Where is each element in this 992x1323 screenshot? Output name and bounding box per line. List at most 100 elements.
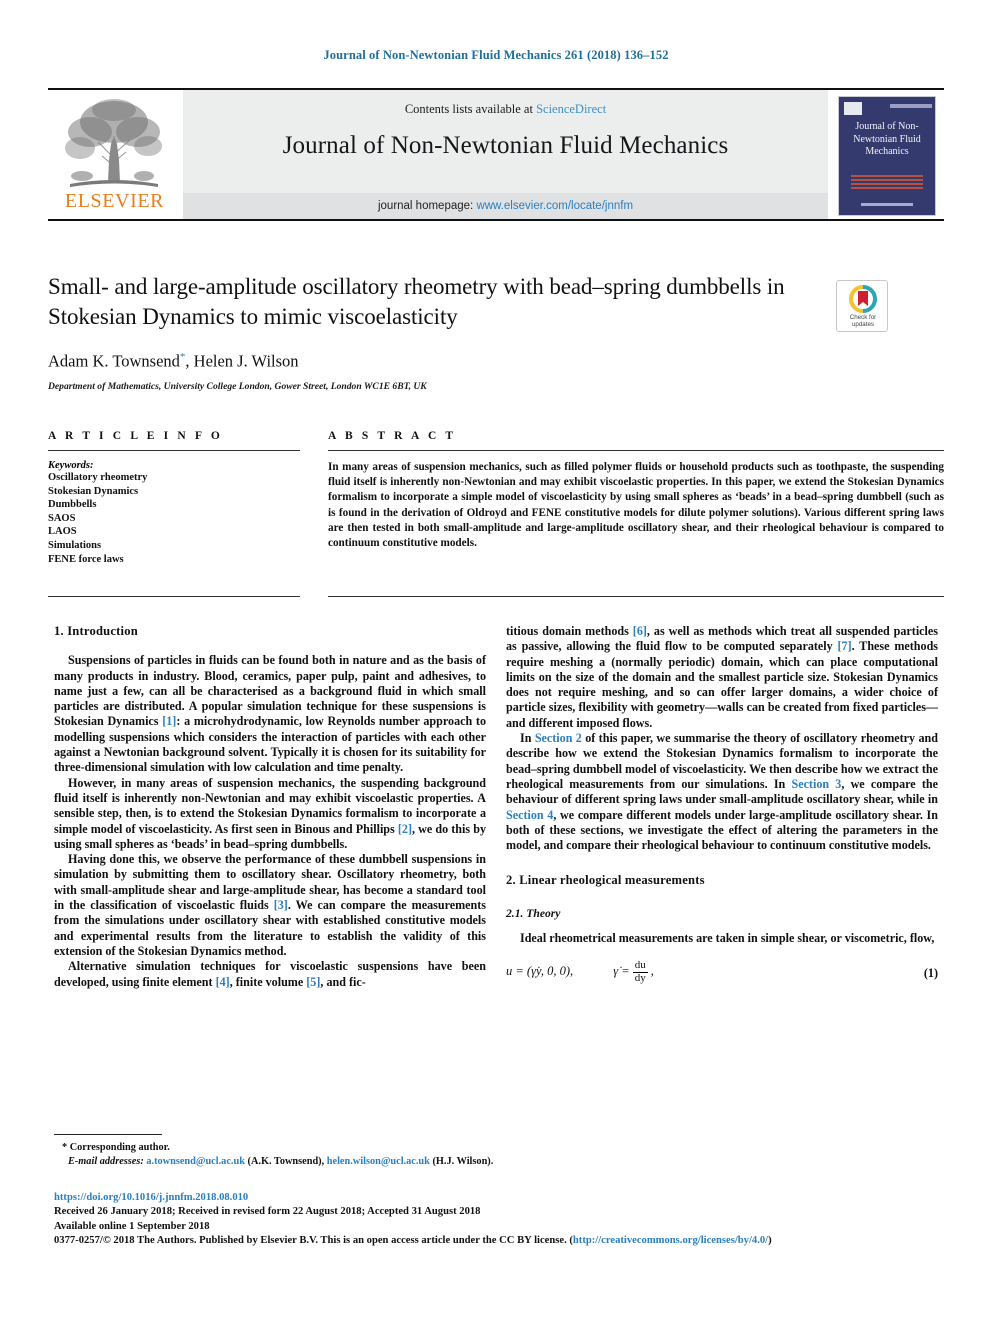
abstract-bottom-divider xyxy=(328,596,944,597)
keyword-item: Simulations xyxy=(48,539,102,551)
paragraph-2: However, in many areas of suspension mec… xyxy=(54,776,486,852)
sciencedirect-link[interactable]: ScienceDirect xyxy=(536,102,606,116)
subsection-2-1-heading: 2.1. Theory xyxy=(506,906,561,920)
abstract-column: A B S T R A C T In many areas of suspens… xyxy=(328,430,944,551)
cover-art: Journal of Non-Newtonian Fluid Mechanics xyxy=(838,96,936,216)
crossmark-line2: updates xyxy=(851,321,875,328)
available-online-date: Available online 1 September 2018 xyxy=(54,1220,210,1232)
contents-line: Contents lists available at ScienceDirec… xyxy=(183,102,828,117)
homepage-prefix: journal homepage: xyxy=(377,200,477,212)
keyword-item: FENE force laws xyxy=(48,553,124,565)
citation-ref-5[interactable]: [5] xyxy=(306,975,320,989)
paragraph-4: Alternative simulation techniques for vi… xyxy=(54,959,486,990)
footnote-divider xyxy=(54,1134,162,1135)
footnote-block: * Corresponding author. E-mail addresses… xyxy=(54,1141,944,1169)
title-block: Small- and large-amplitude oscillatory r… xyxy=(48,272,788,392)
journal-title: Journal of Non-Newtonian Fluid Mechanics xyxy=(282,132,729,159)
email-link-2[interactable]: helen.wilson@ucl.ac.uk xyxy=(327,1156,430,1167)
crossmark-line1: Check for xyxy=(849,314,877,321)
crossmark-label: Check for updates xyxy=(837,314,889,328)
author-list: Adam K. Townsend*, Helen J. Wilson xyxy=(48,351,788,372)
cover-abstract-lines xyxy=(851,175,923,191)
keyword-item: Oscillatory rheometry xyxy=(48,472,148,483)
running-head: Journal of Non-Newtonian Fluid Mechanics… xyxy=(323,48,669,62)
journal-masthead: ELSEVIER Contents lists available at Sci… xyxy=(48,88,944,221)
article-info-column: A R T I C L E I N F O Keywords: Oscillat… xyxy=(48,430,300,566)
article-info-divider xyxy=(48,450,300,451)
publication-metadata: https://doi.org/10.1016/j.jnnfm.2018.08.… xyxy=(54,1191,944,1249)
cover-issn-bar xyxy=(890,104,932,108)
doi-link[interactable]: https://doi.org/10.1016/j.jnnfm.2018.08.… xyxy=(54,1191,944,1205)
keyword-item: LAOS xyxy=(48,526,77,538)
citation-ref-2[interactable]: [2] xyxy=(398,822,412,836)
citation-ref-7[interactable]: [7] xyxy=(838,639,852,653)
citation-ref-3[interactable]: [3] xyxy=(274,898,288,912)
email-link-1[interactable]: a.townsend@ucl.ac.uk xyxy=(146,1156,245,1167)
paragraph-4-text-c: , and fic- xyxy=(320,974,366,989)
abstract-heading: A B S T R A C T xyxy=(328,430,457,442)
abstract-text: In many areas of suspension mechanics, s… xyxy=(328,461,944,550)
page-title: Small- and large-amplitude oscillatory r… xyxy=(48,274,785,329)
email-owner-1: (A.K. Townsend), xyxy=(244,1156,327,1168)
equation-1: u = (γ̇y, 0, 0), γ̇ = du dy , (1) xyxy=(506,960,938,990)
link-section-3[interactable]: Section 3 xyxy=(791,777,841,791)
equation-1-rhs-var: γ̇ = xyxy=(613,964,630,979)
copyright-text-a: 0377-0257/© 2018 The Authors. Published … xyxy=(54,1235,573,1247)
journal-cover-thumbnail: Journal of Non-Newtonian Fluid Mechanics xyxy=(830,92,944,219)
paragraph-5-text-a: titious domain methods xyxy=(506,624,633,638)
paragraph-1: Suspensions of particles in fluids can b… xyxy=(54,653,486,775)
corresponding-author-note: * Corresponding author. xyxy=(62,1142,170,1153)
homepage-link[interactable]: www.elsevier.com/locate/jnnfm xyxy=(476,200,633,212)
paragraph-3: Having done this, we observe the perform… xyxy=(54,852,486,959)
affiliation: Department of Mathematics, University Co… xyxy=(48,380,427,392)
equation-1-tail: , xyxy=(650,964,654,979)
keywords-label: Keywords: xyxy=(48,460,94,471)
paragraph-6-text-a: In xyxy=(520,731,535,746)
citation-ref-6[interactable]: [6] xyxy=(633,624,647,638)
copyright-text-b: ) xyxy=(768,1235,772,1247)
body-column-right: titious domain methods [6], as well as m… xyxy=(506,624,938,990)
elsevier-tree-icon xyxy=(65,99,162,187)
journal-homepage-bar: journal homepage: www.elsevier.com/locat… xyxy=(183,193,828,219)
article-info-heading: A R T I C L E I N F O xyxy=(48,430,223,442)
equation-1-lhs: u = (γ̇y, 0, 0), xyxy=(506,964,574,979)
keyword-item: Stokesian Dynamics xyxy=(48,485,139,497)
link-section-4[interactable]: Section 4 xyxy=(506,808,553,822)
equation-1-fraction: du dy xyxy=(632,959,648,984)
email-owner-2: (H.J. Wilson). xyxy=(429,1156,494,1168)
author-first: Adam K. Townsend xyxy=(48,351,180,371)
copyright-line: 0377-0257/© 2018 The Authors. Published … xyxy=(54,1234,944,1248)
equation-1-denominator: dy xyxy=(634,971,646,984)
article-page: Journal of Non-Newtonian Fluid Mechanics… xyxy=(0,0,992,1323)
link-section-2[interactable]: Section 2 xyxy=(535,731,582,745)
keyword-item: SAOS xyxy=(48,512,76,524)
citation-ref-1[interactable]: [1] xyxy=(162,714,176,728)
body-column-left: 1. Introduction Suspensions of particles… xyxy=(54,624,486,990)
author-rest: , Helen J. Wilson xyxy=(185,351,299,371)
masthead-panel: Contents lists available at ScienceDirec… xyxy=(183,90,828,219)
paragraph-4-text-b: , finite volume xyxy=(229,974,307,989)
paragraph-6-text-d: , we compare different models under larg… xyxy=(506,807,938,853)
contents-prefix: Contents lists available at xyxy=(404,102,537,116)
paragraph-7: Ideal rheometrical measurements are take… xyxy=(520,931,935,946)
received-dates: Received 26 January 2018; Received in re… xyxy=(54,1206,481,1218)
section-2-heading: 2. Linear rheological measurements xyxy=(506,873,705,888)
elsevier-logo: ELSEVIER xyxy=(48,92,181,219)
license-link[interactable]: http://creativecommons.org/licenses/by/4… xyxy=(573,1235,768,1246)
equation-1-numerator: du xyxy=(632,959,648,973)
cover-footer-bar xyxy=(861,203,913,206)
email-label: E-mail addresses: xyxy=(68,1156,144,1168)
elsevier-wordmark: ELSEVIER xyxy=(64,190,165,212)
cover-title: Journal of Non-Newtonian Fluid Mechanics xyxy=(853,121,921,157)
paragraph-5: titious domain methods [6], as well as m… xyxy=(506,624,938,731)
abstract-divider xyxy=(328,450,944,451)
cover-topbar xyxy=(844,102,932,115)
crossmark-icon xyxy=(849,285,877,313)
paragraph-6: In Section 2 of this paper, we summarise… xyxy=(506,731,938,853)
equation-1-number: (1) xyxy=(923,966,938,981)
info-bottom-divider xyxy=(48,596,300,597)
citation-ref-4[interactable]: [4] xyxy=(216,975,230,989)
section-1-heading: 1. Introduction xyxy=(54,624,138,638)
keyword-item: Dumbbells xyxy=(48,499,97,511)
crossmark-badge[interactable]: Check for updates xyxy=(836,280,888,332)
